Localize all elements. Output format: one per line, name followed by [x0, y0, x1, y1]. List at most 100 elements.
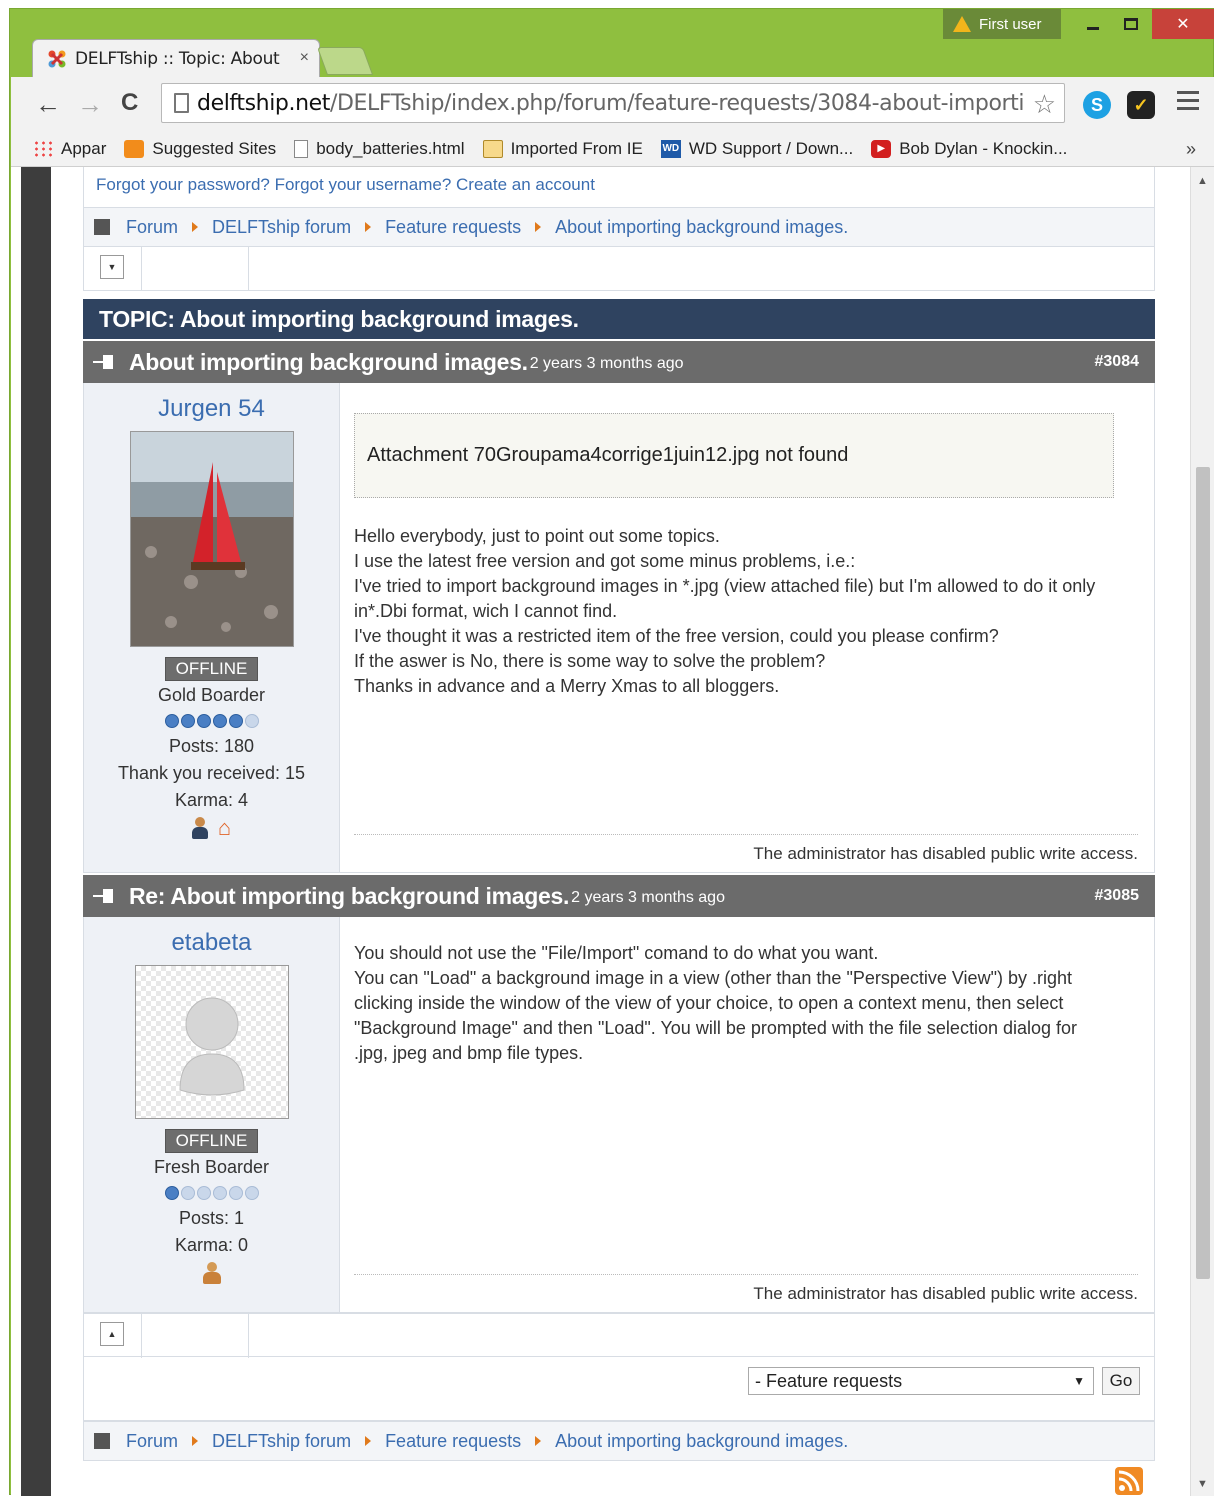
- bookmark-imported-from-ie[interactable]: Imported From IE: [482, 139, 643, 159]
- dropdown-caret-icon: ▼: [1073, 1374, 1085, 1388]
- bookmark-suggested-sites[interactable]: Suggested Sites: [124, 139, 276, 159]
- page-viewport: Forgot your password? Forgot your userna…: [11, 167, 1214, 1496]
- post-title[interactable]: About importing background images.: [129, 349, 528, 376]
- author-rank: Gold Boarder: [157, 685, 266, 705]
- rank-dot-icon: [196, 1186, 211, 1200]
- bookmarks-bar: Appar Suggested Sites body_batteries.htm…: [11, 131, 1214, 167]
- author-profile: Jurgen 54 OFFLINE Gold Boarder Posts: 18…: [84, 383, 340, 872]
- browser-window: First user ✕ DELFTship :: Topic: About ×…: [9, 8, 1214, 1496]
- youtube-icon: ▶: [871, 139, 892, 158]
- skype-extension-icon[interactable]: S: [1083, 91, 1111, 119]
- website-home-icon[interactable]: ⌂: [218, 817, 231, 839]
- bookmarks-overflow-button[interactable]: »: [1186, 139, 1196, 160]
- breadcrumb-topic[interactable]: About importing background images.: [555, 217, 848, 238]
- scroll-down-button[interactable]: ▼: [100, 255, 124, 279]
- rank-dot-icon: [228, 1186, 243, 1200]
- post-footer: The administrator has disabled public wr…: [354, 834, 1138, 866]
- author-karma: Karma: 0: [174, 1235, 249, 1255]
- breadcrumb-separator-icon: [535, 1436, 542, 1446]
- breadcrumb-forum[interactable]: Forum: [126, 217, 178, 238]
- post-title[interactable]: Re: About importing background images.: [129, 883, 569, 910]
- breadcrumb-delftship-forum[interactable]: DELFTship forum: [212, 217, 351, 238]
- bookmark-apps[interactable]: Appar: [33, 139, 106, 159]
- rank-dot-icon: [180, 714, 195, 728]
- breadcrumb-bottom: Forum DELFTship forum Feature requests A…: [83, 1421, 1155, 1461]
- breadcrumb-topic[interactable]: About importing background images.: [555, 1431, 848, 1452]
- post-body: You should not use the "File/Import" com…: [340, 917, 1154, 1312]
- rank-dot-icon: [228, 714, 243, 728]
- chrome-menu-icon[interactable]: [1177, 91, 1199, 115]
- scroll-up-arrow-icon[interactable]: ▲: [1197, 175, 1208, 187]
- rank-dots: [84, 1186, 339, 1200]
- post-text-line: You should not use the "File/Import" com…: [354, 943, 879, 963]
- rank-dot-icon: [244, 714, 259, 728]
- bottom-pager: ▲: [83, 1313, 1155, 1358]
- attachment-notice: Attachment 70Groupama4corrige1juin12.jpg…: [354, 413, 1114, 498]
- rank-dot-icon: [244, 1186, 259, 1200]
- warning-icon: [953, 16, 971, 32]
- rank-dot-icon: [180, 1186, 195, 1200]
- post-row: Jurgen 54 OFFLINE Gold Boarder Posts: 18…: [83, 383, 1155, 873]
- apps-grid-icon: [33, 139, 53, 158]
- tab-title: DELFTship :: Topic: About: [75, 48, 280, 69]
- close-window-button[interactable]: ✕: [1152, 9, 1214, 39]
- tab-close-icon[interactable]: ×: [300, 49, 309, 67]
- rss-feed-icon[interactable]: [1115, 1467, 1143, 1495]
- breadcrumb-feature-requests[interactable]: Feature requests: [385, 217, 521, 238]
- breadcrumb-delftship-forum[interactable]: DELFTship forum: [212, 1431, 351, 1452]
- scroll-up-button[interactable]: ▲: [100, 1322, 124, 1346]
- checker-extension-icon[interactable]: ✓: [1127, 91, 1155, 119]
- reload-icon[interactable]: C: [121, 89, 138, 117]
- breadcrumb-separator-icon: [535, 222, 542, 232]
- go-button[interactable]: Go: [1102, 1367, 1140, 1395]
- post-time: 2 years 3 months ago: [529, 355, 684, 372]
- maximize-button[interactable]: [1112, 9, 1150, 39]
- bookmark-wd-support[interactable]: WD WD Support / Down...: [660, 139, 853, 159]
- new-tab-button[interactable]: [316, 47, 374, 75]
- address-bar[interactable]: delftship.net/DELFTship/index.php/forum/…: [161, 83, 1065, 123]
- author-posts: Posts: 180: [168, 736, 255, 756]
- post-footer: The administrator has disabled public wr…: [354, 1274, 1138, 1306]
- scroll-down-arrow-icon[interactable]: ▼: [1197, 1478, 1208, 1490]
- post-header: Re: About importing background images. 2…: [83, 873, 1155, 917]
- rank-dot-icon: [164, 714, 179, 728]
- forward-arrow-icon[interactable]: →: [77, 89, 103, 120]
- home-square-icon: [94, 1433, 110, 1449]
- page-icon: [174, 93, 189, 113]
- male-user-icon: [191, 817, 208, 839]
- vertical-scrollbar[interactable]: ▲ ▼: [1190, 167, 1214, 1496]
- post-id[interactable]: #3085: [1095, 887, 1140, 905]
- author-name[interactable]: Jurgen 54: [84, 395, 339, 423]
- default-avatar-icon[interactable]: [134, 965, 289, 1119]
- bookmark-bob-dylan[interactable]: ▶ Bob Dylan - Knockin...: [871, 139, 1067, 159]
- post-id[interactable]: #3084: [1095, 353, 1140, 371]
- back-arrow-icon[interactable]: ←: [35, 89, 61, 120]
- breadcrumb-feature-requests[interactable]: Feature requests: [385, 1431, 521, 1452]
- forum-jump: - Feature requests ▼ Go: [83, 1357, 1155, 1421]
- author-karma: Karma: 4: [174, 790, 249, 810]
- top-pager: ▼: [83, 247, 1155, 291]
- url-path: /DELFTship/index.php/forum/feature-reque…: [329, 90, 1025, 116]
- bookmark-label: Suggested Sites: [152, 138, 277, 158]
- post-text-line: If the aswer is No, there is some way to…: [354, 651, 826, 671]
- bookmark-label: Bob Dylan - Knockin...: [899, 138, 1068, 158]
- browser-tab[interactable]: DELFTship :: Topic: About ×: [32, 39, 320, 77]
- home-square-icon: [94, 219, 110, 235]
- login-links[interactable]: Forgot your password? Forgot your userna…: [83, 167, 1155, 207]
- bookmark-body-batteries[interactable]: body_batteries.html: [294, 139, 465, 159]
- breadcrumb-separator-icon: [192, 1436, 199, 1446]
- post-text-line: Hello everybody, just to point out some …: [354, 526, 720, 546]
- breadcrumb-forum[interactable]: Forum: [126, 1431, 178, 1452]
- forum-select[interactable]: - Feature requests ▼: [748, 1367, 1094, 1395]
- url-host: delftship.net: [197, 90, 330, 116]
- bookmark-star-icon[interactable]: ☆: [1033, 89, 1056, 120]
- author-name[interactable]: etabeta: [84, 929, 339, 957]
- user-gender-unknown-icon: [202, 1262, 221, 1284]
- scrollbar-thumb[interactable]: [1196, 467, 1210, 1279]
- forum-select-value: - Feature requests: [755, 1371, 903, 1391]
- minimize-button[interactable]: [1074, 9, 1112, 39]
- author-avatar[interactable]: [129, 431, 294, 647]
- rank-dots: [84, 714, 339, 728]
- profile-badge[interactable]: First user: [943, 9, 1061, 39]
- browser-toolbar: ← → C delftship.net/DELFTship/index.php/…: [11, 77, 1214, 137]
